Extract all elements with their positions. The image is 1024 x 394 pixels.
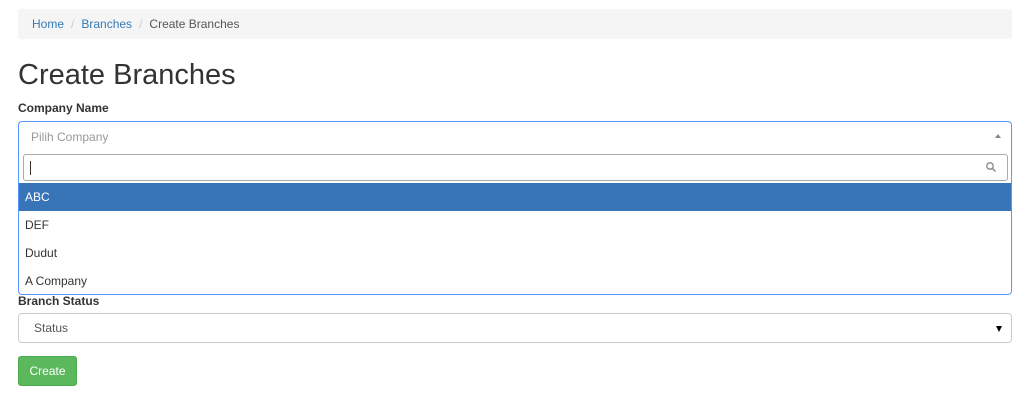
company-option-a-company[interactable]: A Company	[19, 267, 1011, 295]
company-option-abc[interactable]: ABC	[19, 183, 1011, 211]
breadcrumb-separator: /	[139, 17, 143, 31]
page-title: Create Branches	[18, 59, 236, 91]
company-name-label: Company Name	[18, 101, 109, 115]
breadcrumb-separator: /	[71, 17, 75, 31]
breadcrumb-current: Create Branches	[149, 17, 240, 31]
breadcrumb-home-link[interactable]: Home	[32, 17, 64, 31]
arrow-up-icon[interactable]	[995, 134, 1001, 138]
caret-down-icon	[996, 326, 1002, 332]
branch-status-select[interactable]: Status	[18, 313, 1012, 343]
branch-status-label: Branch Status	[18, 294, 100, 308]
breadcrumb: Home / Branches / Create Branches	[18, 9, 1012, 39]
company-option-dudut[interactable]: Dudut	[19, 239, 1011, 267]
company-select[interactable]: Pilih Company	[18, 121, 1012, 152]
create-button[interactable]: Create	[18, 356, 77, 386]
company-dropdown: ABC DEF Dudut A Company	[18, 152, 1012, 295]
company-options-list: ABC DEF Dudut A Company	[19, 183, 1011, 295]
text-cursor	[30, 161, 31, 175]
breadcrumb-branches-link[interactable]: Branches	[81, 17, 132, 31]
search-icon	[986, 162, 997, 173]
company-search-input[interactable]	[23, 154, 1008, 181]
company-select-placeholder: Pilih Company	[31, 130, 109, 144]
branch-status-value: Status	[34, 321, 69, 335]
company-option-def[interactable]: DEF	[19, 211, 1011, 239]
